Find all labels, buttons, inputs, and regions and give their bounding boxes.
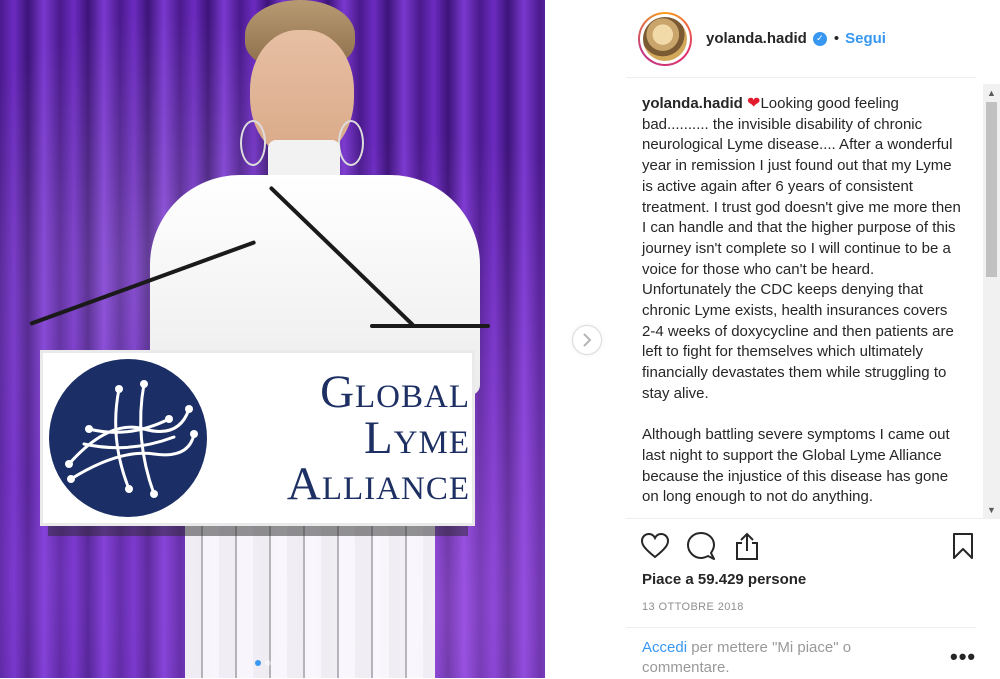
carousel-next-button[interactable] xyxy=(572,325,602,355)
login-link[interactable]: Accedi xyxy=(642,639,687,656)
caption: yolanda.hadid ❤Looking good feeling bad.… xyxy=(642,94,962,508)
login-prompt: Accedi per mettere "Mi piace" o commenta… xyxy=(626,627,976,679)
podium xyxy=(48,526,468,536)
heart-emoji: ❤ xyxy=(747,95,761,112)
comment-button[interactable] xyxy=(686,531,716,561)
post-header: yolanda.hadid ✓ • Segui xyxy=(626,0,976,78)
speaker-skirt xyxy=(185,520,435,678)
chevron-right-icon xyxy=(583,333,592,347)
podium-sign: Global Lyme Alliance xyxy=(40,350,475,526)
post-panel: yolanda.hadid ✓ • Segui yolanda.hadid ❤L… xyxy=(626,0,1000,678)
caption-username-link[interactable]: yolanda.hadid xyxy=(642,95,743,112)
post-image[interactable]: Global Lyme Alliance xyxy=(0,0,545,678)
scrollbar-thumb[interactable] xyxy=(986,102,997,277)
save-button[interactable] xyxy=(948,531,978,561)
scroll-down-arrow-icon[interactable]: ▼ xyxy=(983,501,1000,518)
verified-badge-icon: ✓ xyxy=(812,31,827,46)
hoop-earring-right xyxy=(338,120,364,166)
header-separator: • xyxy=(833,30,840,47)
follow-button[interactable]: Segui xyxy=(845,30,886,47)
scroll-up-arrow-icon[interactable]: ▲ xyxy=(983,84,1000,101)
global-lyme-alliance-logo xyxy=(49,359,207,517)
more-options-button[interactable]: ••• xyxy=(950,646,976,668)
hoop-earring-left xyxy=(240,120,266,166)
microphone-right-head xyxy=(370,324,490,328)
username-link[interactable]: yolanda.hadid xyxy=(706,30,807,47)
avatar-image xyxy=(643,16,687,61)
share-icon xyxy=(736,532,758,560)
caption-scroll-area[interactable]: yolanda.hadid ❤Looking good feeling bad.… xyxy=(626,82,1000,518)
action-bar: Piace a 59.429 persone 13 OTTOBRE 2018 A… xyxy=(626,518,1000,678)
comment-icon xyxy=(687,532,715,560)
avatar[interactable] xyxy=(638,11,692,66)
login-text: Accedi per mettere "Mi piace" o commenta… xyxy=(642,638,912,678)
heart-icon xyxy=(641,533,669,559)
caption-scrollbar[interactable]: ▲ ▼ xyxy=(983,84,1000,518)
likes-count[interactable]: Piace a 59.429 persone xyxy=(642,571,806,588)
like-button[interactable] xyxy=(640,531,670,561)
sign-text: Global Lyme Alliance xyxy=(215,366,470,510)
bookmark-icon xyxy=(953,533,973,559)
sign-line-2: Lyme xyxy=(363,412,470,464)
carousel-dot xyxy=(265,660,271,666)
sign-line-1: Global xyxy=(320,366,470,418)
caption-text: Looking good feeling bad.......... the i… xyxy=(642,95,961,506)
share-button[interactable] xyxy=(732,531,762,561)
post-date: 13 OTTOBRE 2018 xyxy=(642,601,744,613)
sign-line-3: Alliance xyxy=(286,458,470,510)
carousel-dot-active xyxy=(255,660,261,666)
carousel-dots xyxy=(255,660,271,666)
